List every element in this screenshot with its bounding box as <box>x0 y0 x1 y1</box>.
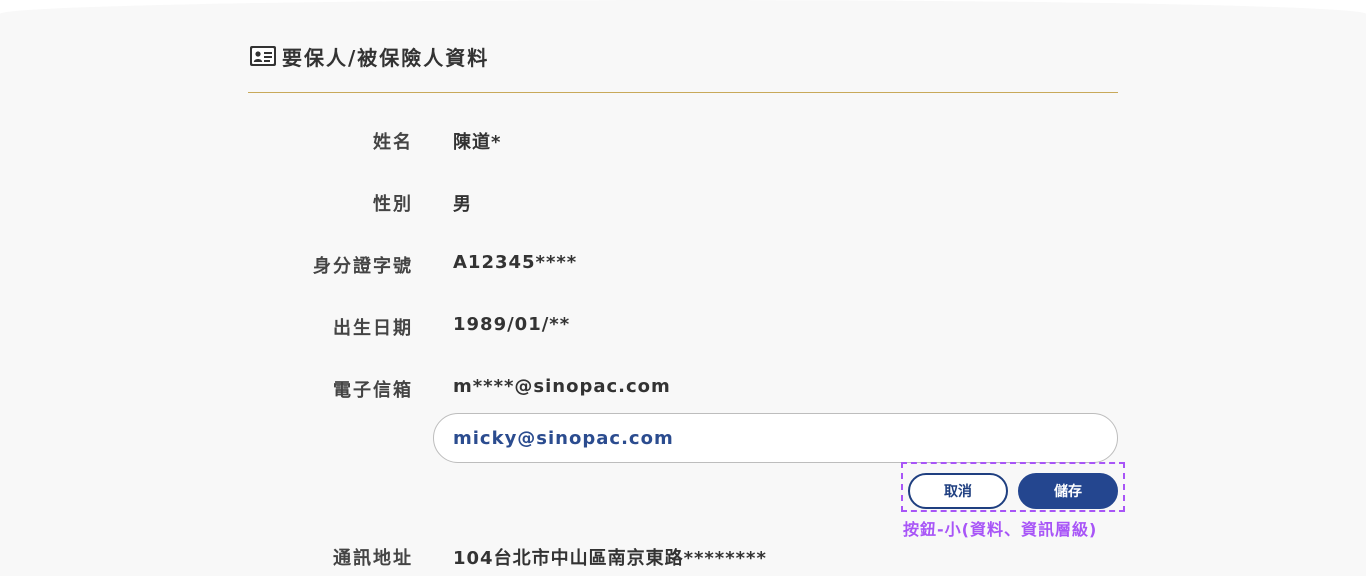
id-card-icon <box>250 46 276 66</box>
section-title: 要保人/被保險人資料 <box>282 46 490 70</box>
section-header: 要保人/被保險人資料 <box>248 38 1118 93</box>
email-input[interactable] <box>433 413 1118 463</box>
gender-value: 男 <box>453 194 472 215</box>
name-label: 姓名 <box>373 132 413 153</box>
name-value: 陳道* <box>453 132 502 153</box>
birth-date-label: 出生日期 <box>333 318 413 339</box>
gender-label: 性別 <box>373 194 413 215</box>
save-button[interactable]: 儲存 <box>1018 473 1118 509</box>
birth-date-value: 1989/01/** <box>453 314 571 335</box>
email-label: 電子信箱 <box>333 380 413 401</box>
page-background: 要保人/被保險人資料 姓名 陳道* 性別 男 身分證字號 A12345**** … <box>0 0 1366 576</box>
address-value: 104台北市中山區南京東路******** <box>453 548 767 569</box>
cancel-button[interactable]: 取消 <box>908 473 1008 509</box>
annotation-label: 按鈕-小(資料、資訊層級) <box>903 520 1098 539</box>
id-number-value: A12345**** <box>453 252 578 273</box>
address-label: 通訊地址 <box>333 548 413 569</box>
email-current-value: m****@sinopac.com <box>453 376 671 397</box>
id-number-label: 身分證字號 <box>313 256 413 277</box>
